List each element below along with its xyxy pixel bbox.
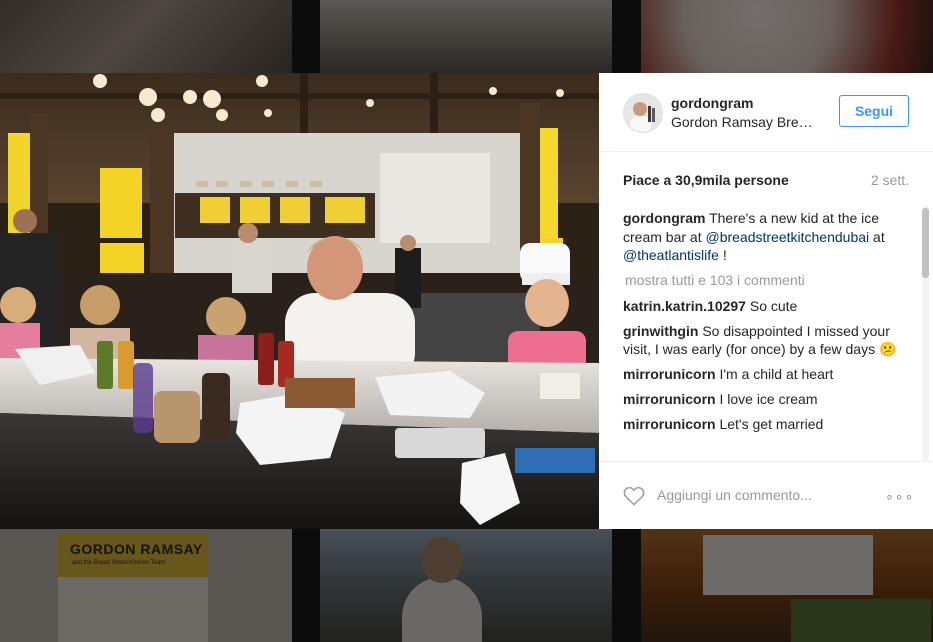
- post-footer: ∘∘∘: [599, 461, 933, 530]
- comment-username[interactable]: mirrorunicorn: [623, 366, 716, 382]
- background-thumbnail-bottom-left[interactable]: GORDON RAMSAY and the Bread Street Kitch…: [0, 529, 292, 642]
- comment-text: I love ice cream: [719, 391, 818, 407]
- comment-item: mirrorunicorn Let's get married: [623, 415, 913, 434]
- post-header: gordongram Gordon Ramsay Bre… Segui: [599, 73, 933, 152]
- post-date[interactable]: 2 sett.: [871, 172, 909, 188]
- more-options-icon[interactable]: ∘∘∘: [885, 488, 914, 505]
- comment-username[interactable]: mirrorunicorn: [623, 391, 716, 407]
- heart-icon[interactable]: [623, 486, 645, 506]
- post-side-panel: gordongram Gordon Ramsay Bre… Segui Piac…: [599, 73, 933, 529]
- comment-username[interactable]: katrin.katrin.10297: [623, 298, 746, 314]
- background-thumbnail-bottom-middle[interactable]: [320, 529, 612, 642]
- scrollbar-thumb[interactable]: [922, 208, 929, 278]
- post-photo[interactable]: [0, 73, 599, 529]
- comment-text: So cute: [749, 297, 798, 314]
- comment-item: grinwithgin So disappointed I missed you…: [623, 322, 913, 359]
- mention-link[interactable]: @theatlantislife: [623, 247, 719, 263]
- comment-text: I'm a child at heart: [719, 366, 834, 382]
- follow-button[interactable]: Segui: [839, 95, 909, 127]
- post-username[interactable]: gordongram: [671, 95, 753, 111]
- comments-scrollbar[interactable]: [922, 205, 929, 461]
- book-cover: GORDON RAMSAY and the Bread Street Kitch…: [58, 533, 208, 642]
- avatar-image: [624, 94, 662, 132]
- comment-text: Let's get married: [719, 416, 824, 432]
- add-comment-input[interactable]: [657, 487, 857, 503]
- comment-item: mirrorunicorn I'm a child at heart: [623, 365, 913, 384]
- background-thumbnail-top-left[interactable]: [0, 0, 292, 73]
- view-all-comments-link[interactable]: mostra tutti e 103 i commenti: [625, 271, 913, 290]
- comments-list[interactable]: gordongram There's a new kid at the ice …: [623, 209, 913, 461]
- avatar[interactable]: [623, 93, 663, 133]
- mention-link[interactable]: @breadstreetkitchendubai: [705, 229, 869, 245]
- caption-username[interactable]: gordongram: [623, 210, 705, 226]
- likes-count[interactable]: Piace a 30,9mila persone: [623, 172, 789, 188]
- comment-username[interactable]: grinwithgin: [623, 323, 698, 339]
- background-thumbnail-bottom-right[interactable]: [641, 529, 933, 642]
- comment-username[interactable]: mirrorunicorn: [623, 416, 716, 432]
- restaurant-photo-illustration: [0, 73, 599, 529]
- comment-item: katrin.katrin.10297 So cute: [623, 297, 913, 316]
- post-location[interactable]: Gordon Ramsay Bre…: [671, 114, 821, 130]
- comment-item: mirrorunicorn I love ice cream: [623, 390, 913, 409]
- background-thumbnail-top-middle[interactable]: [320, 0, 612, 73]
- caption: gordongram There's a new kid at the ice …: [623, 209, 913, 265]
- caption-text: at: [869, 228, 885, 245]
- book-title: GORDON RAMSAY: [70, 541, 203, 557]
- background-thumbnail-top-right[interactable]: [641, 0, 933, 73]
- caption-text: !: [718, 247, 727, 263]
- book-subtitle: and the Bread Street Kitchen Team: [72, 560, 166, 566]
